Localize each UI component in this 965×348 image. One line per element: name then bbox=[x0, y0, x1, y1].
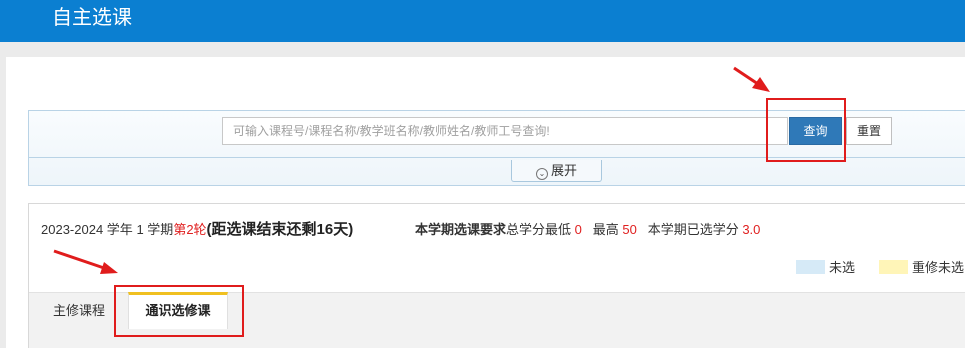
arrow-to-tab bbox=[53, 249, 118, 274]
annotation-arrows bbox=[53, 66, 770, 274]
arrow-to-query bbox=[733, 66, 770, 92]
